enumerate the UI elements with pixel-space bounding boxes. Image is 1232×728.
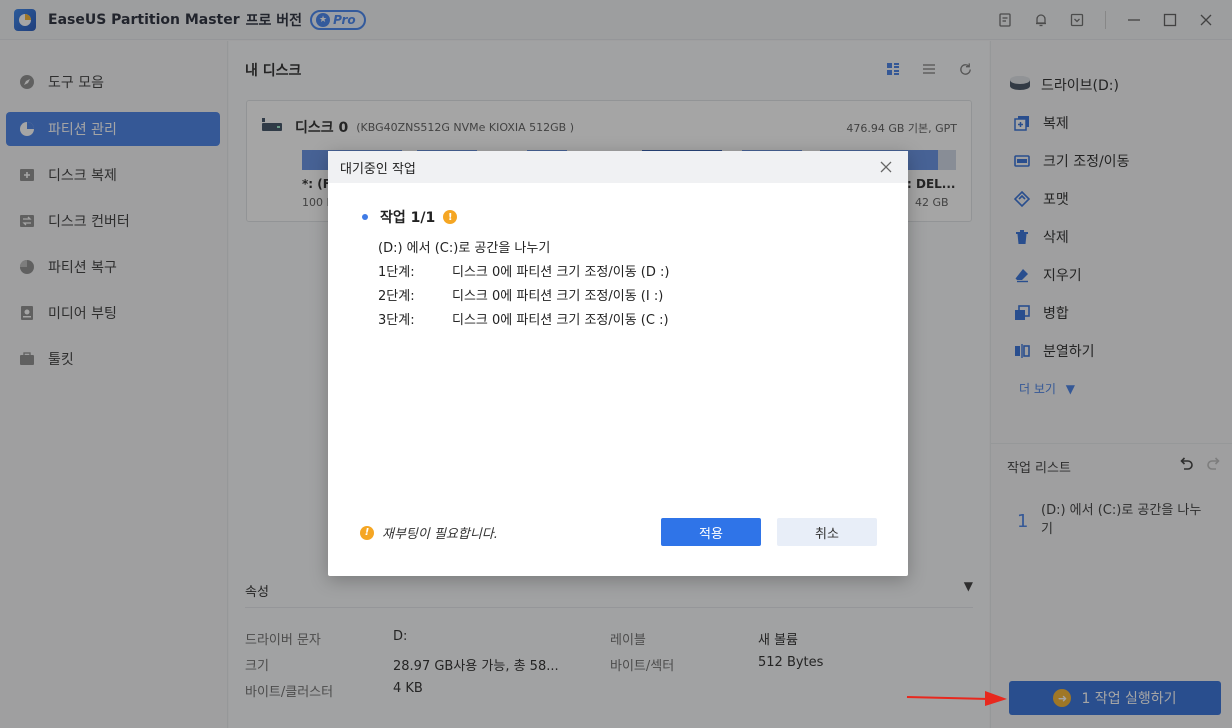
close-icon[interactable] xyxy=(878,159,894,175)
job-step-text: 디스크 0에 파티션 크기 조정/이동 (I :) xyxy=(452,289,664,304)
job-title-label: 작업 1/1 xyxy=(380,210,436,226)
job-step-label: 3단계: xyxy=(378,313,415,328)
reboot-notice: ! 재부팅이 필요합니다. xyxy=(360,523,498,542)
job-description: (D:) 에서 (C:)로 공간을 나누기 xyxy=(378,241,551,256)
pending-jobs-dialog: 대기중인 작업 작업 1/1 ! (D:) 에서 (C:)로 공간을 나누기 1… xyxy=(328,151,908,576)
warning-icon: ! xyxy=(360,525,374,540)
job-step-text: 디스크 0에 파티션 크기 조정/이동 (D :) xyxy=(452,265,670,280)
job-step-label: 1단계: xyxy=(378,265,415,280)
job-step-text: 디스크 0에 파티션 크기 조정/이동 (C :) xyxy=(452,313,669,328)
job-title: 작업 1/1 ! xyxy=(362,207,458,227)
cancel-button[interactable]: 취소 xyxy=(777,518,877,546)
apply-button[interactable]: 적용 xyxy=(661,518,761,546)
reboot-notice-text: 재부팅이 필요합니다. xyxy=(382,527,498,542)
job-step-label: 2단계: xyxy=(378,289,415,304)
bullet-icon xyxy=(362,214,368,220)
warning-icon: ! xyxy=(443,210,458,224)
dialog-header: 대기중인 작업 xyxy=(328,151,908,183)
dialog-title: 대기중인 작업 xyxy=(340,161,416,177)
red-arrow-icon xyxy=(906,691,1007,706)
